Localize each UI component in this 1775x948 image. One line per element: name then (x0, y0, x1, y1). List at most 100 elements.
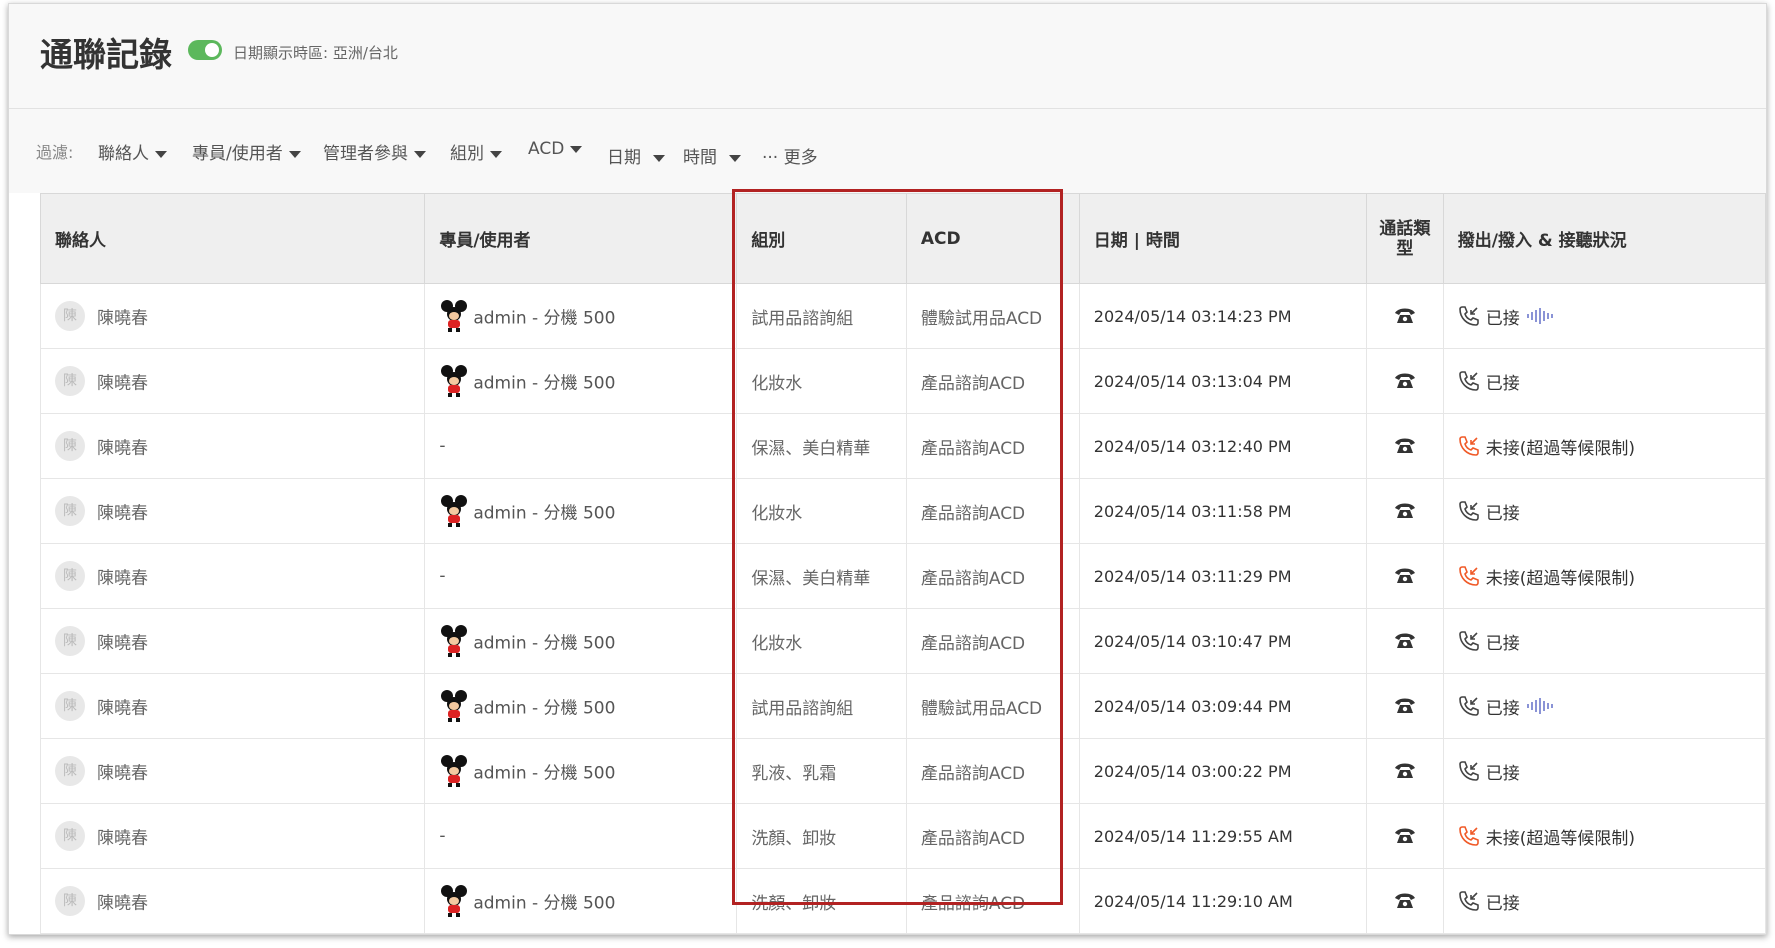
filter-acd[interactable]: ACD (528, 139, 583, 159)
agent-name[interactable]: admin - 分機 500 (473, 764, 615, 784)
agent-cell: - (424, 803, 738, 869)
contact-name[interactable]: 陳曉春 (97, 374, 148, 394)
column-header-acd[interactable]: ACD (905, 193, 1080, 284)
contact-name[interactable]: 陳曉春 (97, 764, 148, 784)
call-status: 已接 (1485, 308, 1520, 329)
agent-name[interactable]: admin - 分機 500 (473, 634, 615, 654)
contact-cell: 陳陳曉春 (39, 413, 426, 479)
table-row[interactable]: 陳陳曉春 - 保濕、美白精華 產品諮詢ACD 2024/05/14 03:12:40 P… (39, 413, 1766, 479)
telephone-icon (1394, 893, 1415, 908)
agent-cell: - (424, 413, 738, 479)
column-header-status[interactable]: 撥出/撥入 & 接聽狀況 (1442, 193, 1766, 284)
avatar: 陳 (55, 431, 85, 461)
avatar: 陳 (55, 561, 85, 591)
call-status: 已接 (1485, 503, 1520, 524)
column-header-call-type[interactable]: 通話類型 (1365, 193, 1444, 284)
missed-call-icon (1458, 826, 1479, 846)
filter-group[interactable]: 組別 (450, 139, 502, 164)
agent-name[interactable]: admin - 分機 500 (473, 504, 615, 524)
toggle-knob (205, 43, 219, 57)
status-cell: 未接(超過等候限制) (1442, 413, 1766, 479)
group-cell: 洗顏、卸妝 (736, 803, 907, 869)
mickey-avatar-icon (441, 300, 468, 332)
table-row[interactable]: 陳陳曉春 admin - 分機 500 乳液、乳霜 產品諮詢ACD 2024/05/14… (39, 738, 1766, 804)
datetime-cell: 2024/05/14 03:11:29 PM (1078, 543, 1367, 609)
mickey-avatar-icon (441, 625, 468, 657)
contact-name[interactable]: 陳曉春 (97, 699, 148, 719)
contact-name[interactable]: 陳曉春 (97, 569, 148, 589)
filter-date[interactable]: 日期 (607, 143, 665, 168)
mickey-avatar-icon (441, 885, 468, 917)
status-cell: 已接 (1442, 738, 1766, 804)
table-row[interactable]: 陳陳曉春 - 洗顏、卸妝 產品諮詢ACD 2024/05/14 11:29:55 AM 未… (39, 803, 1766, 869)
call-type-cell (1365, 478, 1444, 544)
filter-contact[interactable]: 聯絡人 (98, 139, 167, 164)
contact-cell: 陳陳曉春 (39, 348, 426, 414)
column-header-agent[interactable]: 專員/使用者 (424, 193, 738, 284)
call-status: 已接 (1485, 633, 1520, 654)
table-row[interactable]: 陳陳曉春 admin - 分機 500 試用品諮詢組 體驗試用品ACD 2024/05/… (39, 283, 1766, 349)
status-cell: 未接(超過等候限制) (1442, 543, 1766, 609)
incoming-call-icon (1458, 696, 1479, 716)
table-header-row: 聯絡人 專員/使用者 組別 ACD 日期 | 時間 通話類型 撥出/撥入 & 接… (39, 193, 1766, 284)
telephone-icon (1394, 308, 1415, 323)
acd-cell: 產品諮詢ACD (905, 478, 1080, 544)
telephone-icon (1394, 568, 1415, 583)
agent-name[interactable]: admin - 分機 500 (473, 699, 615, 719)
table-row[interactable]: 陳陳曉春 admin - 分機 500 化妝水 產品諮詢ACD 2024/05/14 0… (39, 478, 1766, 544)
timezone-toggle[interactable] (188, 40, 222, 60)
call-status: 已接 (1485, 893, 1520, 914)
page-header: 通聯記錄 日期顯示時區: 亞洲/台北 (9, 4, 1766, 109)
agent-cell: admin - 分機 500 (424, 283, 738, 349)
avatar: 陳 (55, 496, 85, 526)
agent-name[interactable]: admin - 分機 500 (473, 894, 615, 914)
acd-cell: 體驗試用品ACD (905, 283, 1080, 349)
call-status: 已接 (1485, 698, 1520, 719)
agent-name: - (439, 826, 446, 846)
contact-name[interactable]: 陳曉春 (97, 829, 148, 849)
table-row[interactable]: 陳陳曉春 admin - 分機 500 試用品諮詢組 體驗試用品ACD 2024/05/… (39, 673, 1766, 739)
call-log-table: 聯絡人 專員/使用者 組別 ACD 日期 | 時間 通話類型 撥出/撥入 & 接… (39, 193, 1766, 934)
contact-name[interactable]: 陳曉春 (97, 634, 148, 654)
agent-cell: admin - 分機 500 (424, 673, 738, 739)
filter-bar: 過濾: 聯絡人 專員/使用者 管理者參與 組別 ACD 日期 時間 ··· 更多 (9, 109, 1766, 193)
contact-name[interactable]: 陳曉春 (97, 504, 148, 524)
status-cell: 已接 (1442, 348, 1766, 414)
avatar: 陳 (55, 821, 85, 851)
agent-name[interactable]: admin - 分機 500 (473, 374, 615, 394)
table-row[interactable]: 陳陳曉春 admin - 分機 500 化妝水 產品諮詢ACD 2024/05/14 0… (39, 348, 1766, 414)
contact-name[interactable]: 陳曉春 (97, 309, 148, 329)
acd-cell: 產品諮詢ACD (905, 868, 1080, 934)
call-status: 未接(超過等候限制) (1485, 828, 1636, 849)
contact-name[interactable]: 陳曉春 (97, 894, 148, 914)
agent-name[interactable]: admin - 分機 500 (473, 309, 615, 329)
filter-supervisor[interactable]: 管理者參與 (323, 139, 426, 164)
incoming-call-icon (1458, 891, 1479, 911)
mickey-avatar-icon (441, 365, 468, 397)
chevron-down-icon (729, 154, 741, 162)
table-row[interactable]: 陳陳曉春 admin - 分機 500 洗顏、卸妝 產品諮詢ACD 2024/05/14… (39, 868, 1766, 934)
column-header-group[interactable]: 組別 (736, 193, 907, 284)
avatar: 陳 (55, 691, 85, 721)
filter-more[interactable]: ··· 更多 (762, 143, 818, 168)
timezone-label: 日期顯示時區: 亞洲/台北 (233, 44, 398, 62)
contact-cell: 陳陳曉春 (39, 868, 426, 934)
contact-cell: 陳陳曉春 (39, 803, 426, 869)
telephone-icon (1394, 763, 1415, 778)
sound-wave-icon[interactable] (1526, 308, 1556, 324)
contact-name[interactable]: 陳曉春 (97, 439, 148, 459)
agent-cell: admin - 分機 500 (424, 608, 738, 674)
sound-wave-icon[interactable] (1526, 698, 1556, 714)
avatar: 陳 (55, 886, 85, 916)
table-row[interactable]: 陳陳曉春 - 保濕、美白精華 產品諮詢ACD 2024/05/14 03:11:29 P… (39, 543, 1766, 609)
status-cell: 已接 (1442, 868, 1766, 934)
filter-time[interactable]: 時間 (683, 143, 741, 168)
datetime-cell: 2024/05/14 03:10:47 PM (1078, 608, 1367, 674)
column-header-datetime[interactable]: 日期 | 時間 (1078, 193, 1367, 284)
call-type-cell (1365, 803, 1444, 869)
table-row[interactable]: 陳陳曉春 admin - 分機 500 化妝水 產品諮詢ACD 2024/05/14 0… (39, 608, 1766, 674)
acd-cell: 產品諮詢ACD (905, 413, 1080, 479)
group-cell: 保濕、美白精華 (736, 543, 907, 609)
column-header-contact[interactable]: 聯絡人 (39, 193, 426, 284)
filter-agent[interactable]: 專員/使用者 (192, 139, 301, 164)
